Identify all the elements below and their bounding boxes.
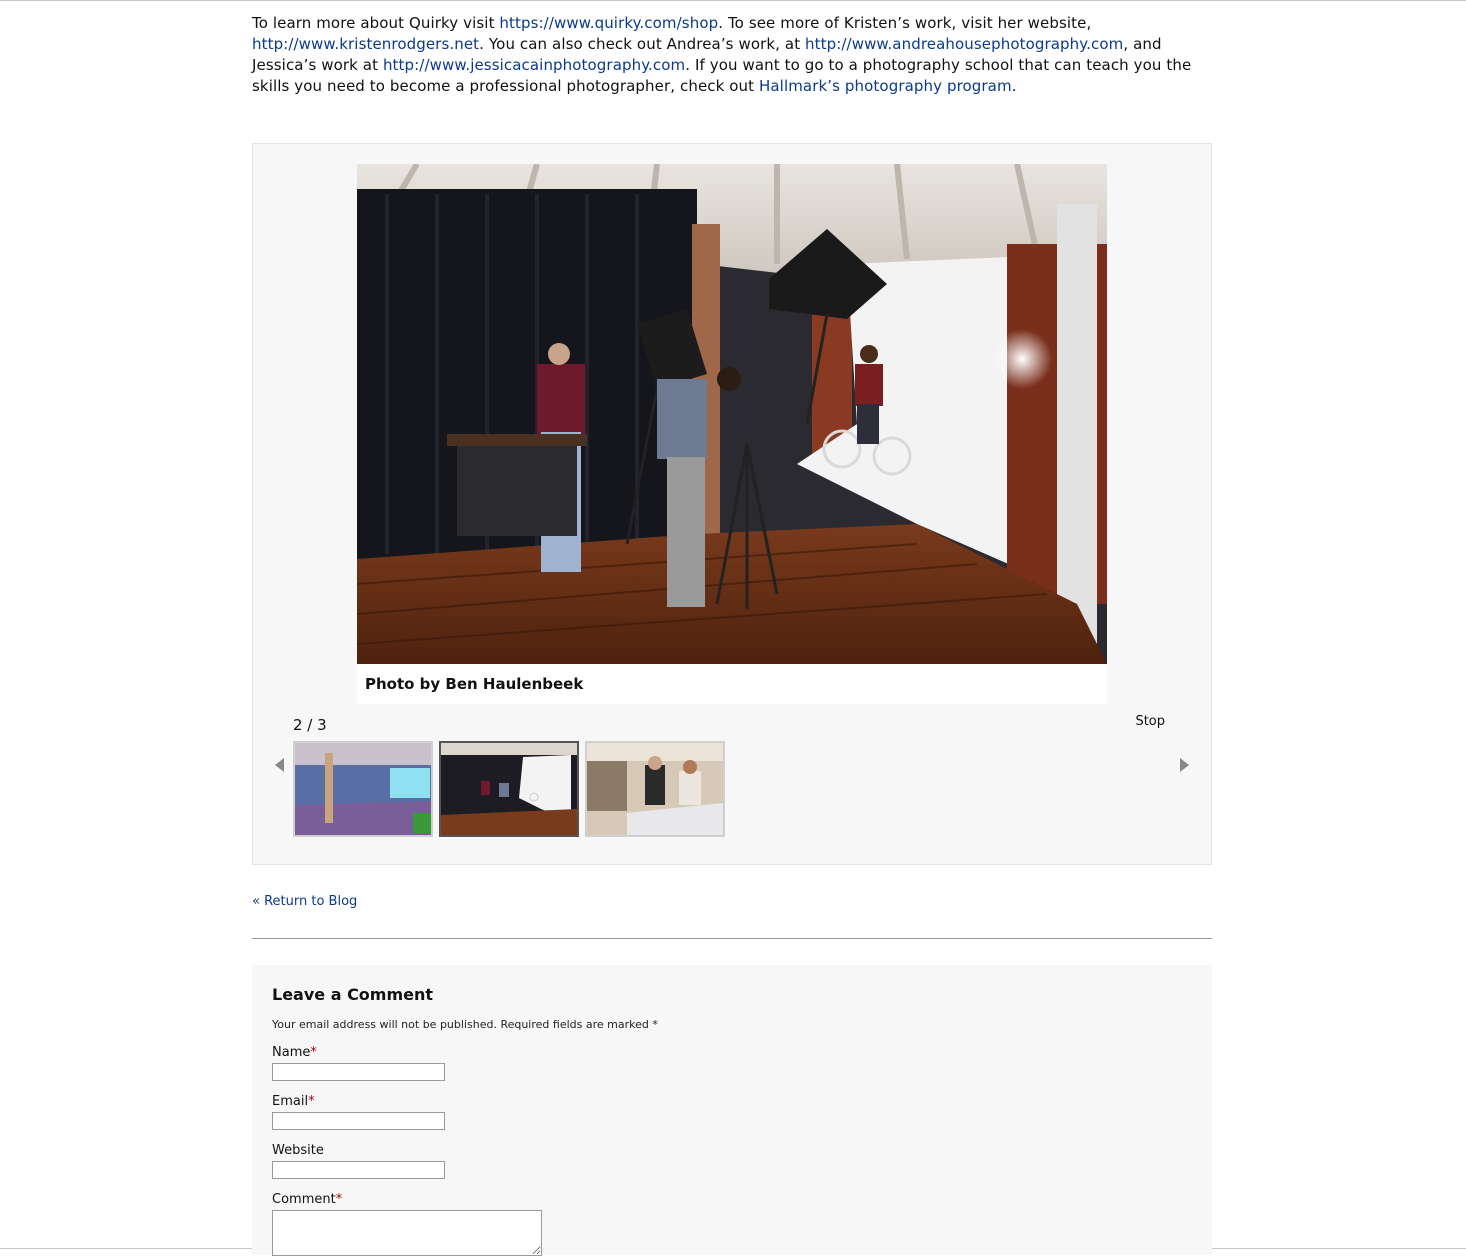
website-label: Website: [272, 1143, 324, 1158]
hallmark-link[interactable]: Hallmark’s photography program: [759, 77, 1012, 95]
andrea-link[interactable]: http://www.andreahousephotography.com: [805, 35, 1123, 53]
intro-text-6: .: [1011, 77, 1017, 95]
intro-text-1: To learn more about Quirky visit: [252, 14, 500, 32]
photo-gallery: Photo by Ben Haulenbeek 2 / 3 Stop: [252, 143, 1212, 865]
slide-counter: 2 / 3: [293, 716, 327, 734]
required-mark: *: [335, 1192, 343, 1207]
divider: [252, 938, 1212, 939]
website-field[interactable]: [272, 1161, 445, 1179]
email-label: Email*: [272, 1094, 315, 1109]
intro-text-3: . You can also check out Andrea’s work, …: [479, 35, 806, 53]
return-to-blog-link[interactable]: « Return to Blog: [252, 894, 357, 909]
comment-label: Comment*: [272, 1192, 343, 1207]
photo-caption: Photo by Ben Haulenbeek: [357, 664, 1107, 704]
intro-text-2: . To see more of Kristen’s work, visit h…: [718, 14, 1092, 32]
intro-paragraph: To learn more about Quirky visit https:/…: [252, 13, 1212, 97]
required-mark: *: [308, 1094, 315, 1109]
required-mark: *: [310, 1045, 317, 1060]
photo-studio-image: [357, 164, 1107, 664]
comment-form-note: Your email address will not be published…: [272, 1018, 658, 1031]
comment-form: Leave a Comment Your email address will …: [252, 965, 1212, 1256]
previous-arrow-icon[interactable]: [275, 758, 284, 772]
name-field[interactable]: [272, 1063, 445, 1081]
email-field[interactable]: [272, 1112, 445, 1130]
main-photo: [357, 164, 1107, 664]
next-arrow-icon[interactable]: [1180, 758, 1189, 772]
kristen-link[interactable]: http://www.kristenrodgers.net: [252, 35, 479, 53]
stop-slideshow-button[interactable]: Stop: [1135, 714, 1165, 729]
caption-text: Photo by Ben Haulenbeek: [365, 675, 584, 693]
name-label: Name*: [272, 1045, 317, 1060]
photo-shoot-thumbnail[interactable]: [439, 741, 579, 837]
comment-textarea[interactable]: [272, 1210, 542, 1256]
workshop-thumbnail[interactable]: [585, 741, 725, 837]
jessica-link[interactable]: http://www.jessicacainphotography.com: [383, 56, 685, 74]
comment-form-title: Leave a Comment: [272, 985, 434, 1004]
studio-interior-thumbnail[interactable]: [293, 741, 433, 837]
quirky-link[interactable]: https://www.quirky.com/shop: [499, 14, 718, 32]
